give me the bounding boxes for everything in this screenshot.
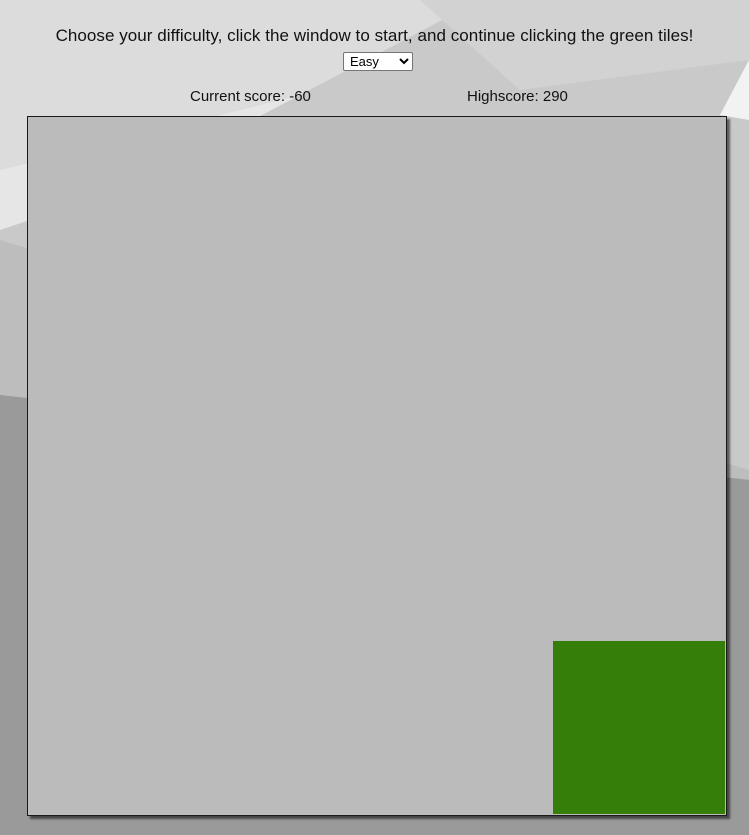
difficulty-select[interactable]: Easy [343, 52, 413, 71]
green-tile[interactable] [553, 641, 725, 814]
page: Choose your difficulty, click the window… [0, 0, 749, 835]
high-score: Highscore: 290 [467, 88, 568, 105]
current-score: Current score: -60 [190, 88, 311, 105]
game-window[interactable] [27, 116, 727, 816]
instructions-text: Choose your difficulty, click the window… [55, 26, 694, 45]
